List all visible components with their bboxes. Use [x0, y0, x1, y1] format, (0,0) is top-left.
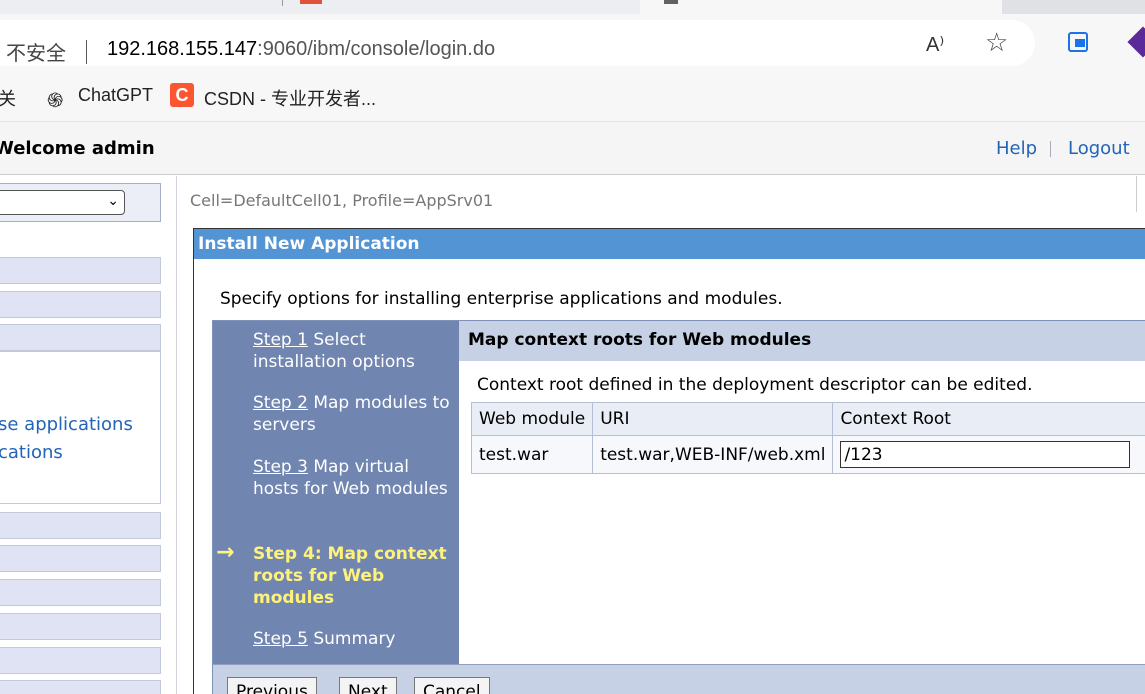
tab-divider: [282, 0, 283, 6]
context-root-input[interactable]: [840, 441, 1131, 468]
column-header-web-module[interactable]: Web module: [470, 402, 594, 436]
url-host: 192.168.155.147: [107, 38, 258, 60]
previous-button[interactable]: Previous: [227, 677, 317, 694]
browser-toolbar: 不安全 192.168.155.147:9060/ibm/console/log…: [0, 14, 1145, 72]
cell-web-module: test.war: [470, 435, 594, 474]
bookmark-item-csdn[interactable]: CSDN - 专业开发者...: [204, 85, 376, 111]
step-3-link[interactable]: Step 3: [253, 457, 308, 477]
nav-category[interactable]: [0, 257, 161, 284]
nav-category[interactable]: [0, 512, 161, 539]
view-select[interactable]: ⌄: [0, 190, 125, 215]
chevron-down-icon: ⌄: [107, 193, 119, 209]
nav-link-enterprise-applications[interactable]: se applications: [0, 414, 133, 435]
nav-category[interactable]: [0, 545, 161, 572]
bookmarks-bar: 关 ֍ ChatGPT C CSDN - 专业开发者...: [0, 72, 1145, 122]
help-link[interactable]: Help: [996, 138, 1037, 159]
tab-favicon-icon: [664, 0, 678, 4]
nav-category[interactable]: [0, 680, 161, 694]
content-description: Context root defined in the deployment d…: [477, 375, 1033, 395]
address-divider: [86, 40, 87, 64]
security-status-label[interactable]: 不安全: [6, 37, 66, 66]
step-4-label: Step 4: Map context roots for Web module…: [253, 544, 447, 608]
panel-intro-text: Specify options for installing enterpris…: [220, 289, 783, 309]
content-title: Map context roots for Web modules: [468, 330, 812, 350]
wizard-step-3: Step 3 Map virtual hosts for Web modules: [253, 456, 453, 500]
cell-context-root: [832, 435, 1145, 474]
url-text[interactable]: 192.168.155.147:9060/ibm/console/login.d…: [107, 38, 495, 61]
step-2-link[interactable]: Step 2: [253, 393, 308, 413]
step-1-link[interactable]: Step 1: [253, 330, 308, 350]
step-5-link[interactable]: Step 5: [253, 629, 308, 649]
context-root-table: Web module URI Context Root test.war tes…: [470, 402, 1145, 474]
browser-tab-active[interactable]: [640, 0, 1002, 14]
current-step-arrow-icon: →: [216, 540, 235, 565]
browser-tab-strip: [0, 0, 1145, 14]
view-selector-box: ⌄: [0, 183, 161, 222]
navigation-panel: ⌄ se applications cations: [0, 176, 177, 694]
cancel-button[interactable]: Cancel: [414, 677, 490, 694]
console-header: Welcome admin Help Logout: [0, 122, 1145, 175]
read-aloud-icon[interactable]: A⁾: [926, 32, 944, 57]
step-5-label: Summary: [307, 629, 396, 649]
cell-uri: test.war,WEB-INF/web.xml: [592, 435, 834, 474]
nav-link-applications[interactable]: cations: [0, 442, 63, 463]
welcome-text: Welcome admin: [0, 138, 155, 159]
wizard-step-2: Step 2 Map modules to servers: [253, 392, 453, 436]
table-header-row: Web module URI Context Root: [470, 402, 1145, 436]
bookmark-item-chatgpt[interactable]: ChatGPT: [78, 85, 153, 106]
logout-link[interactable]: Logout: [1068, 138, 1130, 159]
tab-favicon-icon: [300, 0, 322, 4]
csdn-icon: C: [170, 83, 194, 107]
wizard-content: Map context roots for Web modules Contex…: [459, 321, 1145, 664]
table-row: test.war test.war,WEB-INF/web.xml: [470, 435, 1145, 474]
content-header: Map context roots for Web modules: [459, 321, 1145, 361]
url-path: :9060/ibm/console/login.do: [257, 38, 496, 60]
wizard-step-5: Step 5 Summary: [253, 628, 453, 650]
column-header-uri[interactable]: URI: [592, 402, 834, 436]
breadcrumb: Cell=DefaultCell01, Profile=AppSrv01: [190, 191, 494, 210]
header-divider: [1050, 141, 1051, 157]
bookmark-item[interactable]: 关: [0, 85, 16, 111]
nav-category[interactable]: [0, 647, 161, 674]
extension-icon[interactable]: [1127, 26, 1145, 58]
collections-icon[interactable]: [1068, 32, 1088, 52]
favorite-star-icon[interactable]: ☆: [985, 28, 1008, 58]
column-header-context-root[interactable]: Context Root: [832, 402, 1145, 436]
wizard-step-4-current: Step 4: Map context roots for Web module…: [253, 543, 453, 609]
next-button[interactable]: Next: [339, 677, 397, 694]
wizard-button-bar: Previous Next Cancel: [213, 664, 1145, 694]
page-title: Install New Application: [198, 234, 420, 254]
nav-category[interactable]: [0, 291, 161, 318]
address-bar[interactable]: 不安全 192.168.155.147:9060/ibm/console/log…: [0, 20, 1035, 66]
nav-category[interactable]: [0, 324, 161, 351]
wizard-steps: Step 1 Select installation options Step …: [213, 321, 459, 664]
main-area-border: [1136, 176, 1145, 212]
chatgpt-icon: ֍: [47, 88, 64, 112]
nav-category[interactable]: [0, 613, 161, 640]
wizard-step-1: Step 1 Select installation options: [253, 329, 453, 373]
panel-title-bar: Install New Application: [194, 229, 1145, 259]
nav-category[interactable]: [0, 579, 161, 606]
install-wizard: Step 1 Select installation options Step …: [212, 320, 1145, 694]
